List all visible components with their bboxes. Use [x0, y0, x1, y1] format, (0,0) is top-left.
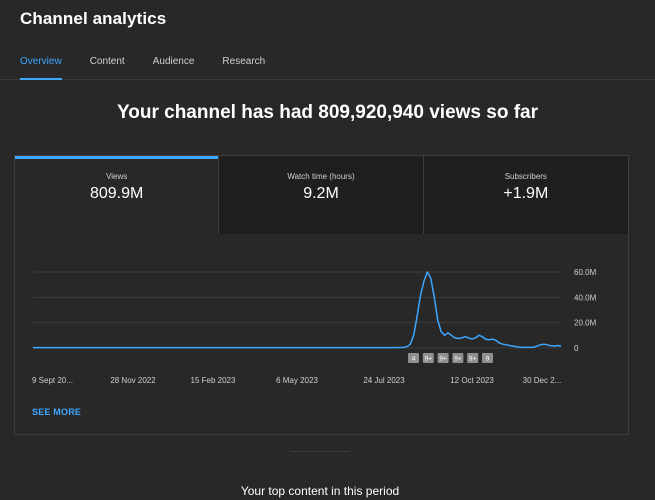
y-tick-label: 20.0M: [574, 319, 597, 328]
header: Channel analytics Overview Content Audie…: [0, 0, 655, 80]
views-series-line: [33, 271, 562, 349]
video-marker[interactable]: 4: [408, 353, 419, 363]
see-more-link[interactable]: SEE MORE: [32, 407, 81, 417]
video-marker[interactable]: 9+: [422, 353, 434, 363]
metric-label: Views: [106, 172, 128, 181]
analytics-card: Views 809.9M Watch time (hours) 9.2M Sub…: [14, 155, 629, 435]
y-tick-label: 40.0M: [574, 293, 597, 302]
x-tick-label: 28 Nov 2022: [110, 376, 156, 385]
metric-value: 809.9M: [89, 185, 144, 202]
metric-tabs: Views 809.9M Watch time (hours) 9.2M Sub…: [15, 156, 628, 234]
marker-label: 9+: [425, 356, 433, 363]
tab-audience[interactable]: Audience: [153, 56, 195, 80]
video-marker[interactable]: 9+: [452, 353, 464, 363]
x-tick-label: 6 May 2023: [276, 376, 318, 385]
y-tick-label: 60.0M: [574, 268, 597, 277]
x-tick-label: 30 Dec 2...: [523, 376, 562, 385]
metric-views[interactable]: Views 809.9M: [15, 156, 220, 234]
marker-label: 9+: [469, 356, 477, 363]
marker-label: 4: [412, 356, 416, 363]
metric-label: Subscribers: [504, 172, 547, 181]
marker-label: 9: [486, 356, 490, 363]
tab-content[interactable]: Content: [90, 56, 125, 80]
top-content-title: Your top content in this period: [240, 484, 400, 498]
tab-overview[interactable]: Overview: [20, 56, 62, 80]
x-tick-label: 9 Sept 20...: [32, 376, 73, 385]
section-divider: [290, 451, 350, 452]
metric-value: 9.2M: [303, 185, 339, 202]
metric-subscribers[interactable]: Subscribers +1.9M: [423, 156, 628, 234]
metric-watch-time[interactable]: Watch time (hours) 9.2M: [219, 156, 424, 234]
y-tick-label: 0: [574, 344, 579, 353]
app-title: Channel analytics: [20, 9, 167, 28]
x-tick-label: 24 Jul 2023: [363, 376, 405, 385]
x-tick-label: 12 Oct 2023: [450, 376, 494, 385]
metric-label: Watch time (hours): [287, 172, 355, 181]
views-line-chart: 60.0M 40.0M 20.0M 0 4 9+ 9+ 9+ 9+ 9 9 Sept 20... 28…: [32, 268, 597, 385]
video-marker[interactable]: 9+: [437, 353, 449, 363]
page-headline: Your channel has had 809,920,940 views s…: [116, 102, 538, 123]
tab-bar: Overview Content Audience Research: [20, 56, 293, 80]
video-marker[interactable]: 9: [482, 353, 493, 363]
marker-label: 9+: [439, 356, 447, 363]
metric-value: +1.9M: [503, 185, 549, 202]
video-marker[interactable]: 9+: [467, 353, 479, 363]
tab-research[interactable]: Research: [222, 56, 265, 80]
marker-label: 9+: [454, 356, 462, 363]
x-tick-label: 15 Feb 2023: [191, 376, 236, 385]
